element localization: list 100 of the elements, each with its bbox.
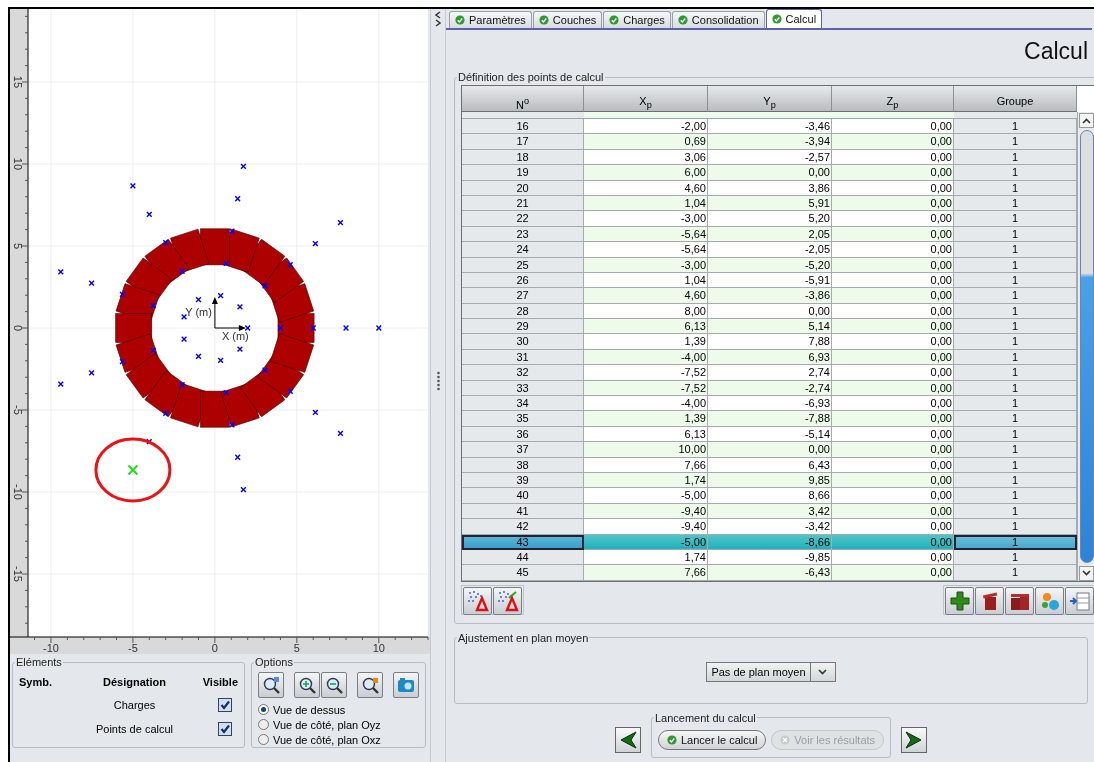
point-marker[interactable] [261,367,269,374]
row-number-cell[interactable]: 45 [462,565,584,581]
point-marker[interactable] [88,369,95,377]
table-cell[interactable]: 1 [954,365,1077,381]
row-number-cell[interactable]: 37 [462,442,584,458]
row-number-cell[interactable]: 35 [462,411,584,427]
point-marker[interactable] [337,430,344,437]
table-cell[interactable]: 1 [954,319,1077,335]
table-cell[interactable]: -3,94 [708,134,832,150]
table-cell[interactable]: -7,88 [708,411,832,427]
table-cell[interactable]: -2,00 [584,119,708,135]
table-cell[interactable]: 8,66 [708,488,832,504]
point-marker[interactable] [179,268,186,275]
point-marker[interactable] [57,381,64,388]
point-marker[interactable] [228,227,236,235]
table-cell[interactable]: 10,00 [584,442,708,458]
table-cell[interactable]: 0,00 [832,442,954,458]
table-cell[interactable]: -3,42 [708,519,832,535]
tab[interactable]: Calcul [765,9,823,28]
table-cell[interactable]: -6,43 [708,565,832,581]
row-number-cell[interactable]: 40 [462,488,584,504]
table-cell[interactable]: 1 [954,334,1077,350]
point-marker[interactable] [236,303,244,310]
point-marker[interactable] [287,388,294,395]
table-cell[interactable]: 4,60 [584,288,708,304]
point-marker[interactable] [127,464,139,476]
camera-button[interactable] [393,672,419,698]
table-cell[interactable]: 0,00 [832,242,954,258]
view-radio[interactable] [258,719,269,730]
table-cell[interactable]: 0,00 [832,288,954,304]
table-cell[interactable]: 1 [954,288,1077,304]
row-number-cell[interactable]: 32 [462,365,584,381]
zoom-in-button[interactable] [294,672,320,698]
table-cell[interactable]: -4,00 [584,396,708,412]
point-marker[interactable] [217,292,224,299]
zoom-out-button[interactable] [321,672,347,698]
point-marker[interactable] [180,336,188,343]
table-cell[interactable]: 0,00 [832,411,954,427]
row-number-cell[interactable]: 30 [462,334,584,350]
trash-stack-button[interactable] [1005,586,1034,615]
table-cell[interactable]: 0,69 [584,134,708,150]
shapes-button[interactable] [1035,586,1064,615]
table-cell[interactable]: 1 [954,488,1077,504]
point-marker[interactable] [244,324,251,332]
previous-button[interactable] [614,726,641,753]
point-marker[interactable] [217,357,224,364]
table-cell[interactable]: -5,00 [584,488,708,504]
table-cell[interactable]: 5,14 [708,319,832,335]
table-cell[interactable]: 1 [954,565,1077,581]
point-marker[interactable] [162,410,169,417]
point-marker[interactable] [150,302,157,309]
point-marker[interactable] [236,346,244,353]
table-cell[interactable]: -2,05 [708,242,832,258]
row-number-cell[interactable]: 22 [462,211,584,227]
point-marker[interactable] [146,438,153,445]
scroll-thumb[interactable] [1079,130,1094,563]
table-cell[interactable]: -9,40 [584,519,708,535]
table-cell[interactable]: 1 [954,442,1077,458]
table-cell[interactable]: 1 [954,519,1077,535]
point-marker[interactable] [162,239,169,246]
point-marker[interactable] [150,347,157,354]
table-cell[interactable]: 1 [954,119,1077,135]
table-cell[interactable]: -3,86 [708,288,832,304]
point-marker[interactable] [57,268,64,275]
row-number-cell[interactable]: 16 [462,119,584,135]
view-radio[interactable] [258,704,269,715]
table-cell[interactable]: 6,13 [584,319,708,335]
table-cell[interactable]: 7,88 [708,334,832,350]
table-cell[interactable]: 6,00 [584,165,708,181]
visible-checkbox[interactable] [218,722,232,736]
table-cell[interactable]: -6,93 [708,396,832,412]
scroll-down-button[interactable] [1079,565,1094,581]
visible-checkbox[interactable] [218,698,232,712]
row-number-cell[interactable]: 19 [462,165,584,181]
tab[interactable]: Consolidation [671,11,765,28]
point-marker[interactable] [195,296,202,303]
point-marker[interactable] [375,324,382,332]
table-cell[interactable]: 1 [954,134,1077,150]
table-cell[interactable]: 0,00 [708,165,832,181]
plus-button[interactable] [945,586,974,615]
point-marker[interactable] [261,282,269,289]
table-cell[interactable]: -5,64 [584,242,708,258]
plan-dropdown[interactable]: Pas de plan moyen [706,661,836,682]
table-cell[interactable]: 0,00 [832,211,954,227]
point-marker[interactable] [88,279,95,287]
table-cell[interactable]: 0,00 [708,442,832,458]
calc-button[interactable]: Lancer le calcul [657,730,767,751]
row-number-cell[interactable]: 17 [462,134,584,150]
point-marker[interactable] [234,195,241,202]
table-cell[interactable]: 0,00 [832,365,954,381]
point-marker[interactable] [312,240,319,247]
table-cell[interactable]: 0,00 [832,134,954,150]
table-cell[interactable]: 1,39 [584,334,708,350]
point-marker[interactable] [234,454,241,461]
table-cell[interactable]: 0,00 [832,319,954,335]
table-cell[interactable]: 1 [954,411,1077,427]
dots-triangle-button[interactable] [463,586,492,615]
table-cell[interactable]: 1,39 [584,411,708,427]
point-marker[interactable] [240,163,247,170]
point-marker[interactable] [342,324,350,332]
